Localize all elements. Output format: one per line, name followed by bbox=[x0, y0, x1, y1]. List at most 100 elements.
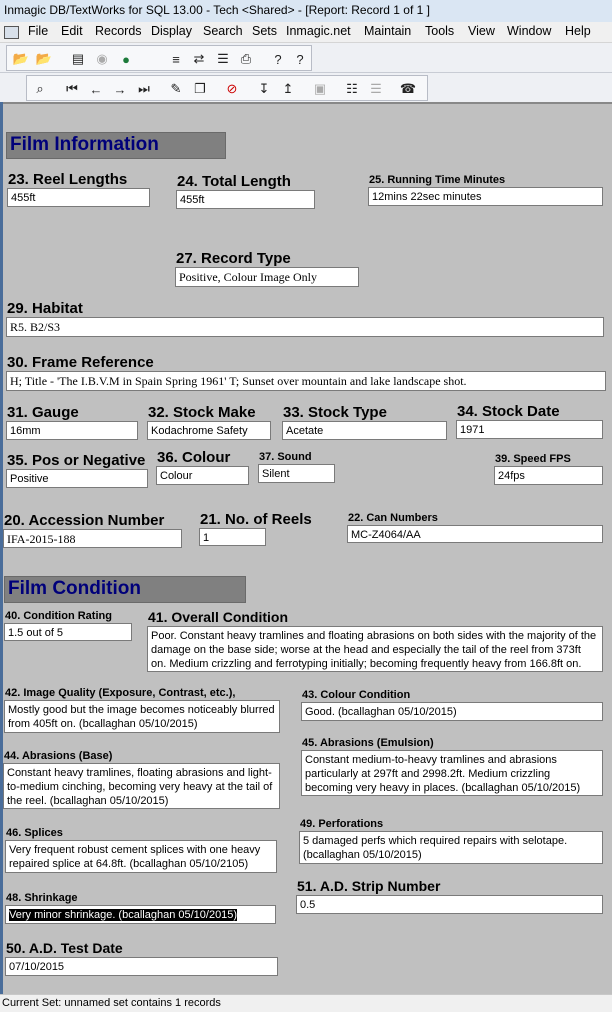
new-record-icon[interactable]: ❐ bbox=[191, 80, 209, 98]
help-icon[interactable]: ? bbox=[269, 50, 287, 68]
no-of-reels-field[interactable]: 1 bbox=[199, 528, 266, 546]
habitat-label: 29. Habitat bbox=[7, 300, 83, 317]
condition-rating-field[interactable]: 1.5 out of 5 bbox=[4, 623, 132, 641]
reel-lengths-field[interactable]: 455ft bbox=[7, 188, 150, 207]
film-condition-header: Film Condition bbox=[4, 576, 246, 603]
menu-inmagic-net[interactable]: Inmagic.net bbox=[286, 24, 351, 38]
running-time-field[interactable]: 12mins 22sec minutes bbox=[368, 187, 603, 206]
total-length-field[interactable]: 455ft bbox=[176, 190, 315, 209]
reel-lengths-label: 23. Reel Lengths bbox=[8, 171, 128, 188]
colour-field[interactable]: Colour bbox=[156, 466, 249, 485]
open-folder-icon[interactable]: 📂 bbox=[35, 50, 53, 68]
export-icon[interactable]: ↧ bbox=[255, 80, 273, 98]
copy-icon[interactable]: ▣ bbox=[311, 80, 329, 98]
menu-view[interactable]: View bbox=[468, 24, 495, 38]
open-folder-icon[interactable]: 📂 bbox=[12, 50, 30, 68]
window-left-edge bbox=[0, 102, 3, 994]
next-record-icon[interactable]: → bbox=[111, 80, 129, 98]
accession-number-label: 20. Accession Number bbox=[4, 512, 165, 529]
import-icon[interactable]: ↥ bbox=[279, 80, 297, 98]
abrasions-emulsion-field[interactable]: Constant medium-to-heavy tramlines and a… bbox=[301, 750, 603, 796]
menu-edit[interactable]: Edit bbox=[61, 24, 83, 38]
ad-strip-number-label: 51. A.D. Strip Number bbox=[297, 878, 441, 894]
menu-window[interactable]: Window bbox=[507, 24, 551, 38]
abrasions-base-label: 44. Abrasions (Base) bbox=[4, 750, 113, 762]
stock-type-label: 33. Stock Type bbox=[283, 404, 387, 421]
report-icon[interactable]: ☰ bbox=[214, 50, 232, 68]
menu-file[interactable]: File bbox=[28, 24, 48, 38]
menu-tools[interactable]: Tools bbox=[425, 24, 454, 38]
menu-help[interactable]: Help bbox=[565, 24, 591, 38]
image-quality-field[interactable]: Mostly good but the image becomes notice… bbox=[4, 700, 280, 733]
switch-icon[interactable]: ⇄ bbox=[190, 50, 208, 68]
frame-reference-label: 30. Frame Reference bbox=[7, 354, 154, 371]
zoom-icon[interactable]: ⌕ bbox=[31, 80, 49, 98]
shrinkage-label: 48. Shrinkage bbox=[6, 892, 78, 904]
status-text: Current Set: unnamed set contains 1 reco… bbox=[2, 997, 221, 1009]
ad-strip-number-field[interactable]: 0.5 bbox=[296, 895, 603, 914]
context-help-icon[interactable]: ? bbox=[291, 50, 309, 68]
globe-icon[interactable]: ● bbox=[117, 50, 135, 68]
image-quality-label: 42. Image Quality (Exposure, Contrast, e… bbox=[5, 687, 236, 699]
frame-reference-field[interactable]: H; Title - 'The I.B.V.M in Spain Spring … bbox=[6, 371, 606, 391]
splices-label: 46. Splices bbox=[6, 827, 63, 839]
form-icon[interactable]: ▤ bbox=[69, 50, 87, 68]
menu-maintain[interactable]: Maintain bbox=[364, 24, 411, 38]
menu-display[interactable]: Display bbox=[151, 24, 192, 38]
last-record-icon[interactable]: ⏭ bbox=[135, 80, 153, 98]
sound-label: 37. Sound bbox=[259, 451, 312, 463]
accession-number-field[interactable]: IFA-2015-188 bbox=[3, 529, 182, 548]
gauge-field[interactable]: 16mm bbox=[6, 421, 138, 440]
previous-record-icon[interactable]: ← bbox=[87, 80, 105, 98]
ad-test-date-label: 50. A.D. Test Date bbox=[6, 940, 123, 956]
sort-icon[interactable]: ☰ bbox=[367, 80, 385, 98]
app-menu-icon[interactable] bbox=[4, 26, 19, 39]
running-time-label: 25. Running Time Minutes bbox=[369, 174, 506, 186]
eye-icon[interactable]: ◉ bbox=[93, 50, 111, 68]
first-record-icon[interactable]: ⏮ bbox=[63, 80, 81, 98]
section-title: Film Information bbox=[10, 134, 159, 155]
can-numbers-label: 22. Can Numbers bbox=[348, 512, 438, 524]
main-toolbar: 📂 📂 ▤ ◉ ● ≡ ⇄ ☰ ⎙ ? ? bbox=[0, 43, 612, 73]
stock-type-field[interactable]: Acetate bbox=[282, 421, 447, 440]
sound-field[interactable]: Silent bbox=[258, 464, 335, 483]
abrasions-base-field[interactable]: Constant heavy tramlines, floating abras… bbox=[3, 763, 280, 809]
stock-make-field[interactable]: Kodachrome Safety Film bbox=[147, 421, 271, 440]
phone-icon[interactable]: ☎ bbox=[399, 80, 417, 98]
stock-make-label: 32. Stock Make bbox=[148, 404, 256, 421]
can-numbers-field[interactable]: MC-Z4064/AA bbox=[347, 525, 603, 543]
speed-fps-label: 39. Speed FPS bbox=[495, 453, 571, 465]
total-length-label: 24. Total Length bbox=[177, 173, 291, 190]
edit-icon[interactable]: ✎ bbox=[167, 80, 185, 98]
habitat-field[interactable]: R5. B2/S3 bbox=[6, 317, 604, 337]
abrasions-emulsion-label: 45. Abrasions (Emulsion) bbox=[302, 737, 434, 749]
colour-label: 36. Colour bbox=[157, 449, 231, 466]
ad-test-date-field[interactable]: 07/10/2015 bbox=[5, 957, 278, 976]
overall-condition-field[interactable]: Poor. Constant heavy tramlines and float… bbox=[147, 626, 603, 672]
stock-date-label: 34. Stock Date bbox=[457, 403, 560, 420]
selected-text: Very minor shrinkage. (bcallaghan 05/10/… bbox=[9, 909, 238, 921]
pos-or-negative-field[interactable]: Positive bbox=[6, 469, 148, 488]
shrinkage-field[interactable]: Very minor shrinkage. (bcallaghan 05/10/… bbox=[5, 905, 276, 924]
query-icon[interactable]: ≡ bbox=[167, 50, 185, 68]
window-title: Inmagic DB/TextWorks for SQL 13.00 - Tec… bbox=[4, 3, 430, 17]
splices-field[interactable]: Very frequent robust cement splices with… bbox=[5, 840, 277, 873]
record-type-field[interactable]: Positive, Colour Image Only bbox=[175, 267, 359, 287]
perforations-label: 49. Perforations bbox=[300, 818, 384, 830]
delete-icon[interactable]: ⊘ bbox=[223, 80, 241, 98]
colour-condition-field[interactable]: Good. (bcallaghan 05/10/2015) bbox=[301, 702, 603, 721]
perforations-field[interactable]: 5 damaged perfs which required repairs w… bbox=[299, 831, 603, 864]
report-list-icon[interactable]: ☷ bbox=[343, 80, 361, 98]
menu-records[interactable]: Records bbox=[95, 24, 142, 38]
toolbar-group: 📂 📂 ▤ ◉ ● ≡ ⇄ ☰ ⎙ ? ? bbox=[6, 45, 312, 71]
menu-search[interactable]: Search bbox=[203, 24, 243, 38]
speed-fps-field[interactable]: 24fps bbox=[494, 466, 603, 485]
print-icon[interactable]: ⎙ bbox=[237, 50, 255, 68]
menu-sets[interactable]: Sets bbox=[252, 24, 277, 38]
status-bar: Current Set: unnamed set contains 1 reco… bbox=[0, 994, 612, 1012]
stock-date-field[interactable]: 1971 bbox=[456, 420, 603, 439]
film-information-header: Film Information bbox=[6, 132, 226, 159]
condition-rating-label: 40. Condition Rating bbox=[5, 610, 112, 622]
no-of-reels-label: 21. No. of Reels bbox=[200, 511, 312, 528]
pos-or-negative-label: 35. Pos or Negative bbox=[7, 452, 146, 469]
